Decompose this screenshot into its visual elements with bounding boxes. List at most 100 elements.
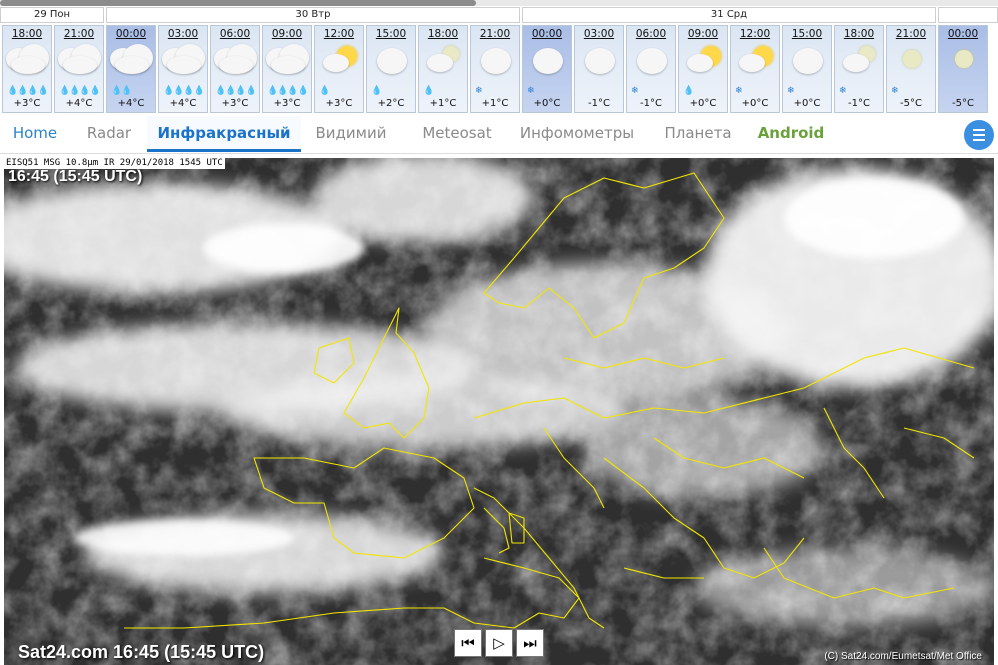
forecast-time[interactable]: 06:00: [627, 28, 675, 40]
precip-indicator: 💧💧: [111, 86, 132, 96]
nav-home[interactable]: Home: [6, 116, 64, 152]
nav-radar[interactable]: Radar: [76, 116, 142, 152]
forecast-temperature: +0°C: [533, 98, 561, 109]
forecast-cell[interactable]: 00:00 💧💧 +4°C: [106, 25, 156, 113]
menu-button[interactable]: [964, 120, 994, 150]
play-button[interactable]: ▷: [485, 629, 513, 657]
nav-infrared[interactable]: Инфракрасный: [147, 116, 301, 152]
forecast-cell[interactable]: 15:00 ❄ +0°C: [782, 25, 832, 113]
forecast-cell[interactable]: 09:00 💧 +0°C: [678, 25, 728, 113]
forecast-time[interactable]: 00:00: [107, 28, 155, 40]
nav-infometers[interactable]: Инфомометры: [508, 116, 646, 152]
forecast-cell[interactable]: 06:00 ❄ -1°C: [626, 25, 676, 113]
nav-meteosat[interactable]: Meteosat: [408, 116, 506, 152]
cloud-icon: [627, 40, 677, 80]
forecast-temperature: +0°C: [689, 98, 717, 109]
forecast-temperature: +3°C: [273, 98, 301, 109]
nav-android[interactable]: Android: [750, 116, 832, 152]
forecast-time[interactable]: 21:00: [55, 28, 103, 40]
sun-cloud-icon: [731, 40, 781, 80]
forecast-temperature: +1°C: [429, 98, 457, 109]
forecast-time[interactable]: 12:00: [315, 28, 363, 40]
forecast-temperature: +2°C: [377, 98, 405, 109]
satellite-map: [4, 158, 994, 665]
forecast-temperature: -1°C: [848, 98, 870, 109]
forecast-cell[interactable]: 15:00 💧 +2°C: [366, 25, 416, 113]
forecast-temperature: +3°C: [325, 98, 353, 109]
forecast-cell[interactable]: 18:00 ❄ -1°C: [834, 25, 884, 113]
forecast-cell[interactable]: 09:00 💧💧💧💧 +3°C: [262, 25, 312, 113]
precip-indicator: 💧💧💧💧: [215, 86, 257, 96]
rain-cloud-icon: [211, 40, 261, 80]
moon-icon: [939, 40, 989, 80]
forecast-temperature: -1°C: [588, 98, 610, 109]
forecast-cell[interactable]: 21:00 💧💧💧💧 +4°C: [54, 25, 104, 113]
precip-indicator: 💧💧💧💧: [7, 86, 49, 96]
precip-indicator: 💧: [683, 86, 694, 96]
satellite-image: EISQ51 MSG 10.8µm IR 29/01/2018 1545 UTC…: [4, 158, 994, 665]
day-headers: 29 Пон 30 Втр 31 Срд: [0, 7, 998, 23]
precip-indicator: ❄: [891, 86, 898, 96]
forecast-temperature: +3°C: [13, 98, 41, 109]
forecast-time[interactable]: 00:00: [939, 28, 987, 40]
forecast-time[interactable]: 09:00: [263, 28, 311, 40]
forecast-cell[interactable]: 12:00 ❄ +0°C: [730, 25, 780, 113]
rain-cloud-icon: [3, 40, 53, 80]
forecast-temperature: -5°C: [952, 98, 974, 109]
cloud-icon: [367, 40, 417, 80]
forecast-cell[interactable]: 03:00 -1°C: [574, 25, 624, 113]
satellite-brand: Sat24.com 16:45 (15:45 UTC): [18, 642, 265, 662]
rain-cloud-icon: [107, 40, 157, 80]
forecast-time[interactable]: 03:00: [575, 28, 623, 40]
forecast-time[interactable]: 06:00: [211, 28, 259, 40]
forecast-cell[interactable]: 00:00 -5°C: [938, 25, 988, 113]
last-frame-button[interactable]: ⏭: [516, 629, 544, 657]
moon-cloud-icon: [835, 40, 885, 80]
forecast-time[interactable]: 21:00: [471, 28, 519, 40]
satellite-time: 16:45 (15:45 UTC): [8, 168, 143, 185]
horizontal-scrollbar[interactable]: [0, 0, 998, 6]
precip-indicator: 💧💧💧💧: [163, 86, 205, 96]
forecast-cell[interactable]: 21:00 ❄ +1°C: [470, 25, 520, 113]
precip-indicator: ❄: [839, 86, 846, 96]
forecast-time[interactable]: 03:00: [159, 28, 207, 40]
nav-planet[interactable]: Планета: [654, 116, 742, 152]
forecast-cell[interactable]: 12:00 💧 +3°C: [314, 25, 364, 113]
rain-cloud-icon: [159, 40, 209, 80]
forecast-cell[interactable]: 18:00 💧 +1°C: [418, 25, 468, 113]
forecast-temperature: -1°C: [640, 98, 662, 109]
forecast-time[interactable]: 15:00: [783, 28, 831, 40]
forecast-cell[interactable]: 21:00 ❄ -5°C: [886, 25, 936, 113]
scrollbar-thumb[interactable]: [0, 0, 476, 6]
page-root: 29 Пон 30 Втр 31 Срд 18:00 💧💧💧💧 +3°C 21:00 💧…: [0, 0, 998, 665]
forecast-temperature: +0°C: [741, 98, 769, 109]
forecast-time[interactable]: 18:00: [835, 28, 883, 40]
forecast-time[interactable]: 18:00: [419, 28, 467, 40]
moon-icon: [887, 40, 937, 80]
forecast-time[interactable]: 21:00: [887, 28, 935, 40]
forecast-time[interactable]: 09:00: [679, 28, 727, 40]
forecast-cell[interactable]: 03:00 💧💧💧💧 +4°C: [158, 25, 208, 113]
day-header-31: 31 Срд: [522, 7, 936, 23]
forecast-cell[interactable]: 00:00 ❄ +0°C: [522, 25, 572, 113]
precip-indicator: ❄: [735, 86, 742, 96]
forecast-time[interactable]: 00:00: [523, 28, 571, 40]
forecast-cell[interactable]: 18:00 💧💧💧💧 +3°C: [2, 25, 52, 113]
precip-indicator: ❄: [475, 86, 482, 96]
first-frame-button[interactable]: ⏮: [454, 629, 482, 657]
forecast-cell[interactable]: 06:00 💧💧💧💧 +3°C: [210, 25, 260, 113]
main-nav: Home Radar Инфракрасный Видимий Meteosat…: [0, 116, 998, 154]
precip-indicator: ❄: [787, 86, 794, 96]
sun-cloud-icon: [679, 40, 729, 80]
forecast-time[interactable]: 18:00: [3, 28, 51, 40]
forecast-temperature: +4°C: [169, 98, 197, 109]
forecast-time[interactable]: 15:00: [367, 28, 415, 40]
cloud-icon: [523, 40, 573, 80]
precip-indicator: ❄: [631, 86, 638, 96]
forecast-time[interactable]: 12:00: [731, 28, 779, 40]
forecast-temperature: -5°C: [900, 98, 922, 109]
sun-cloud-icon: [315, 40, 365, 80]
forecast-strip: 18:00 💧💧💧💧 +3°C 21:00 💧💧💧💧 +4°C 00:00 💧💧 +4°C 03:…: [2, 25, 998, 113]
forecast-temperature: +4°C: [65, 98, 93, 109]
nav-visible[interactable]: Видимий: [305, 116, 397, 152]
